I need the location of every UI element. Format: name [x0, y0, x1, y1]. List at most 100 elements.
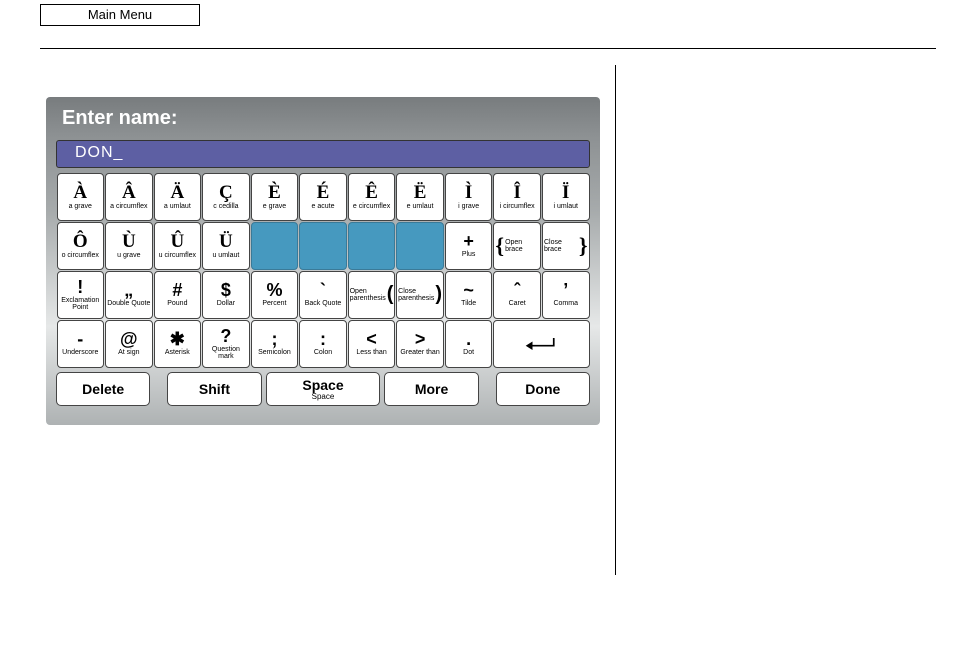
key-blank[interactable] [299, 222, 347, 270]
key-plus[interactable]: +Plus [445, 222, 493, 270]
key-main: É [317, 183, 330, 202]
key-main: Ä [170, 183, 184, 202]
key-colon[interactable]: :Colon [299, 320, 347, 368]
space-button[interactable]: Space Space [266, 372, 381, 406]
key-double-quote[interactable]: „Double Quote [105, 271, 153, 319]
key-u-grave[interactable]: Ùu grave [105, 222, 153, 270]
key-a-umlaut[interactable]: Äa umlaut [154, 173, 202, 221]
key-greater-than[interactable]: >Greater than [396, 320, 444, 368]
key-sub: Asterisk [165, 349, 190, 356]
key-e-acute[interactable]: Ée acute [299, 173, 347, 221]
bottom-row: Delete Shift Space Space More Done [56, 372, 590, 406]
key-sub: Colon [314, 349, 332, 356]
key-sub: Caret [509, 300, 526, 307]
key-less-than[interactable]: <Less than [348, 320, 396, 368]
key-e-grave[interactable]: Èe grave [251, 173, 299, 221]
key-dollar[interactable]: $Dollar [202, 271, 250, 319]
key-asterisk[interactable]: ✱Asterisk [154, 320, 202, 368]
key-main: Î [513, 183, 520, 202]
key-sub: a grave [69, 203, 92, 210]
key-brace[interactable]: {Open brace [493, 222, 541, 270]
space-sublabel: Space [312, 392, 335, 401]
key-grid: Àa graveÂa circumflexÄa umlautÇc cedilla… [56, 172, 590, 368]
key-blank[interactable] [396, 222, 444, 270]
enter-icon [524, 335, 558, 353]
key-main: : [320, 330, 326, 348]
key-e-umlaut[interactable]: Ëe umlaut [396, 173, 444, 221]
key-sub: Plus [462, 251, 476, 258]
key-percent[interactable]: %Percent [251, 271, 299, 319]
key-sub: i circumflex [500, 203, 535, 210]
key-comma[interactable]: ’Comma [542, 271, 590, 319]
key-main: . [466, 330, 471, 348]
delete-button[interactable]: Delete [56, 372, 150, 406]
key-u-circumflex[interactable]: Ûu circumflex [154, 222, 202, 270]
key-sub: Underscore [62, 349, 98, 356]
enter-key[interactable] [493, 320, 589, 368]
name-input[interactable]: DON_ [56, 140, 590, 168]
main-menu-button[interactable]: Main Menu [40, 4, 200, 26]
key-sub: At sign [118, 349, 139, 356]
key-sub: i umlaut [553, 203, 578, 210]
key-main: Ï [562, 183, 569, 202]
key-sub: e circumflex [353, 203, 390, 210]
key-e-circumflex[interactable]: Êe circumflex [348, 173, 396, 221]
key-paren[interactable]: Open parenthesis( [348, 271, 396, 319]
more-button[interactable]: More [384, 372, 478, 406]
key-sub: Tilde [461, 300, 476, 307]
key-semicolon[interactable]: ;Semicolon [251, 320, 299, 368]
key-sub: Exclamation Point [59, 297, 103, 312]
key-tilde[interactable]: ~Tilde [445, 271, 493, 319]
key-main: ; [271, 330, 277, 348]
key-main: À [73, 183, 87, 202]
key-sub: Semicolon [258, 349, 291, 356]
key-sub: Greater than [400, 349, 439, 356]
key-main: Â [122, 183, 136, 202]
key-main: Ì [465, 183, 472, 202]
key-sub: u grave [117, 252, 140, 259]
key-i-umlaut[interactable]: Ïi umlaut [542, 173, 590, 221]
key-blank[interactable] [348, 222, 396, 270]
key-main: Ù [122, 232, 136, 251]
space-label: Space [302, 377, 343, 393]
key-sub: e grave [263, 203, 286, 210]
key-dot[interactable]: .Dot [445, 320, 493, 368]
key-main: + [463, 232, 474, 250]
shift-button[interactable]: Shift [167, 372, 261, 406]
key-a-grave[interactable]: Àa grave [57, 173, 105, 221]
key-i-grave[interactable]: Ìi grave [445, 173, 493, 221]
key-o-circumflex[interactable]: Ôo circumflex [57, 222, 105, 270]
key-sub: Dollar [217, 300, 235, 307]
key-a-circumflex[interactable]: Âa circumflex [105, 173, 153, 221]
key-u-umlaut[interactable]: Üu umlaut [202, 222, 250, 270]
key-blank[interactable] [251, 222, 299, 270]
header-divider [40, 48, 936, 49]
key-sub: Pound [167, 300, 187, 307]
key-main: ˆ [514, 281, 520, 299]
key-brace[interactable]: Close brace} [542, 222, 590, 270]
key-main: - [77, 330, 83, 348]
key-c-cedilla[interactable]: Çc cedilla [202, 173, 250, 221]
key-question-mark[interactable]: ?Question mark [202, 320, 250, 368]
key-main: Û [170, 232, 184, 251]
key-main: > [415, 330, 426, 348]
key-sub: Question mark [204, 346, 248, 361]
key-i-circumflex[interactable]: Îi circumflex [493, 173, 541, 221]
key-sub: Double Quote [107, 300, 150, 307]
key-underscore[interactable]: -Underscore [57, 320, 105, 368]
key-main: Ü [219, 232, 233, 251]
key-at-sign[interactable]: @At sign [105, 320, 153, 368]
key-sub: a umlaut [164, 203, 191, 210]
key-sub: Back Quote [305, 300, 342, 307]
key-main: ’ [563, 281, 568, 299]
key-pound[interactable]: #Pound [154, 271, 202, 319]
key-exclamation-point[interactable]: !Exclamation Point [57, 271, 105, 319]
key-paren[interactable]: Close parenthesis) [396, 271, 444, 319]
key-back-quote[interactable]: `Back Quote [299, 271, 347, 319]
key-main: < [366, 330, 377, 348]
done-button[interactable]: Done [496, 372, 590, 406]
key-sub: i grave [458, 203, 479, 210]
key-caret[interactable]: ˆCaret [493, 271, 541, 319]
key-sub: a circumflex [110, 203, 147, 210]
key-sub: c cedilla [213, 203, 238, 210]
